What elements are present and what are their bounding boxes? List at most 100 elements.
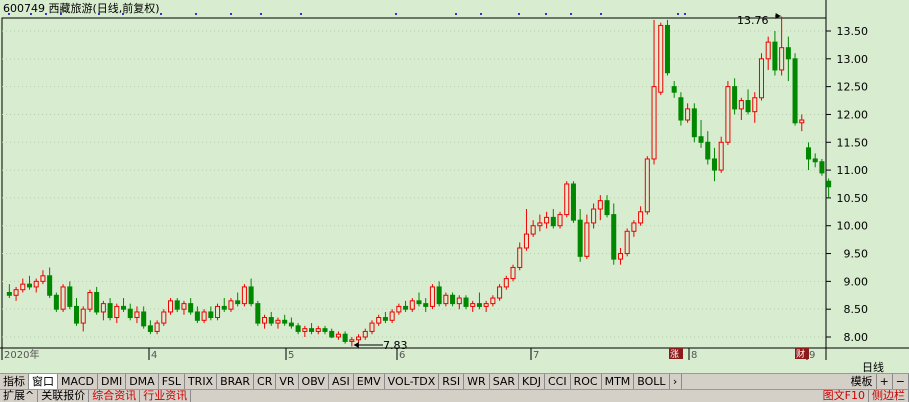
indicator-tab-kdj[interactable]: KDJ — [519, 374, 545, 390]
candle-body-down[interactable] — [94, 291, 100, 313]
info-mine-marker[interactable] — [684, 13, 686, 15]
candle-body-down[interactable] — [805, 147, 812, 160]
candle-body-down[interactable] — [812, 158, 818, 163]
related-quotes-tab[interactable]: 关联报价 — [38, 390, 90, 402]
candle-body-up[interactable] — [584, 222, 590, 257]
candle-body-down[interactable] — [819, 161, 825, 174]
info-mine-marker[interactable] — [30, 13, 32, 15]
zoom-in-button[interactable]: + — [877, 374, 893, 390]
candle-body-down[interactable] — [476, 303, 482, 307]
indicator-tab-cr[interactable]: CR — [254, 374, 277, 390]
candle-body-up[interactable] — [443, 294, 449, 305]
info-mine-marker[interactable] — [300, 13, 302, 15]
candle-body-down[interactable] — [772, 41, 778, 71]
info-mine-marker[interactable] — [570, 13, 572, 15]
info-mine-marker[interactable] — [677, 13, 679, 15]
candle-body-up[interactable] — [356, 336, 362, 341]
candle-body-up[interactable] — [315, 328, 321, 332]
candle-body-down[interactable] — [127, 308, 133, 319]
indicator-tab-vr[interactable]: VR — [276, 374, 299, 390]
candle-body-down[interactable] — [450, 294, 456, 305]
info-mine-marker[interactable] — [8, 13, 10, 15]
indicator-tab-cci[interactable]: CCI — [545, 374, 571, 390]
candle-body-down[interactable] — [705, 141, 711, 160]
info-mine-marker[interactable] — [395, 13, 397, 15]
indicator-tab-vol-tdx[interactable]: VOL-TDX — [385, 374, 440, 390]
indicator-tab-trix[interactable]: TRIX — [185, 374, 218, 390]
candle-body-up[interactable] — [638, 211, 644, 224]
candle-body-down[interactable] — [732, 86, 738, 110]
candlestick-chart[interactable]: 600749 西藏旅游(日线,前复权) 13.50 13.00 12.50 12.00… — [0, 0, 909, 360]
candle-body-up[interactable] — [497, 286, 503, 299]
candle-body-up[interactable] — [537, 222, 543, 227]
candle-body-down[interactable] — [107, 303, 113, 319]
candle-body-up[interactable] — [483, 303, 489, 307]
candle-body-up[interactable] — [758, 58, 765, 99]
indicator-tab-brar[interactable]: BRAR — [217, 374, 255, 390]
candle-body-up[interactable] — [490, 297, 496, 305]
indicator-tab-macd[interactable]: MACD — [58, 374, 98, 390]
candle-body-up[interactable] — [725, 86, 731, 143]
candle-body-up[interactable] — [517, 247, 523, 268]
candle-body-down[interactable] — [792, 58, 798, 124]
candle-body-down[interactable] — [826, 180, 832, 188]
info-mine-marker[interactable] — [230, 13, 232, 15]
candle-body-down[interactable] — [255, 303, 261, 324]
candle-body-up[interactable] — [644, 158, 650, 213]
sidebar-toggle-tab[interactable]: 侧边栏 — [869, 390, 909, 402]
candle-body-up[interactable] — [617, 253, 623, 260]
more-indicators-arrow-icon[interactable]: › — [670, 374, 682, 390]
candle-body-down[interactable] — [342, 333, 348, 342]
candle-body-up[interactable] — [564, 183, 570, 216]
candle-body-down[interactable] — [121, 305, 127, 310]
candle-body-up[interactable] — [685, 108, 691, 121]
general-news-tab[interactable]: 综合资讯 — [89, 390, 141, 402]
candle-body-down[interactable] — [463, 297, 469, 307]
candle-body-up[interactable] — [510, 266, 516, 280]
candle-body-down[interactable] — [678, 97, 684, 121]
indicator-tab-asi[interactable]: ASI — [329, 374, 354, 390]
info-mine-marker[interactable] — [45, 13, 47, 15]
indicator-tab-dma[interactable]: DMA — [126, 374, 159, 390]
candle-body-down[interactable] — [73, 305, 80, 324]
info-mine-marker[interactable] — [60, 13, 62, 15]
candle-body-up[interactable] — [738, 100, 744, 110]
template-button[interactable]: 模板 — [848, 374, 877, 390]
candle-body-down[interactable] — [47, 275, 53, 296]
candle-body-up[interactable] — [530, 225, 536, 235]
candle-body-up[interactable] — [201, 311, 207, 321]
candle-body-up[interactable] — [658, 24, 664, 93]
indicator-tab-rsi[interactable]: RSI — [439, 374, 465, 390]
candle-body-up[interactable] — [215, 305, 221, 319]
event-marker-label[interactable]: 财 — [796, 348, 805, 360]
candlestick-chart-area[interactable]: 600749 西藏旅游(日线,前复权) 13.50 13.00 12.50 12.00… — [0, 0, 909, 360]
candle-body-down[interactable] — [423, 303, 429, 307]
candle-body-up[interactable] — [752, 97, 758, 113]
info-mine-marker[interactable] — [545, 13, 547, 15]
candle-body-down[interactable] — [235, 300, 241, 305]
candle-body-up[interactable] — [523, 233, 529, 249]
indicator-tab-dmi[interactable]: DMI — [98, 374, 127, 390]
candle-body-up[interactable] — [349, 339, 355, 342]
candle-body-down[interactable] — [295, 325, 301, 332]
candle-body-up[interactable] — [114, 305, 120, 319]
candle-body-up[interactable] — [369, 322, 375, 332]
candle-body-up[interactable] — [33, 280, 39, 288]
candle-body-up[interactable] — [429, 286, 435, 307]
candle-body-down[interactable] — [711, 158, 717, 171]
candle-body-down[interactable] — [664, 24, 670, 74]
candle-body-up[interactable] — [631, 222, 637, 232]
candle-body-up[interactable] — [597, 200, 603, 210]
candle-body-down[interactable] — [67, 286, 73, 307]
candle-body-down[interactable] — [188, 303, 194, 313]
candle-body-down[interactable] — [577, 219, 583, 257]
candle-body-down[interactable] — [248, 286, 254, 305]
candle-body-down[interactable] — [785, 47, 791, 60]
candle-body-down[interactable] — [288, 322, 294, 327]
candle-body-up[interactable] — [20, 283, 26, 291]
candle-body-up[interactable] — [302, 328, 308, 332]
candle-body-up[interactable] — [87, 291, 93, 310]
candle-body-up[interactable] — [718, 141, 724, 171]
candle-body-down[interactable] — [53, 294, 59, 310]
info-mine-marker[interactable] — [195, 13, 197, 15]
